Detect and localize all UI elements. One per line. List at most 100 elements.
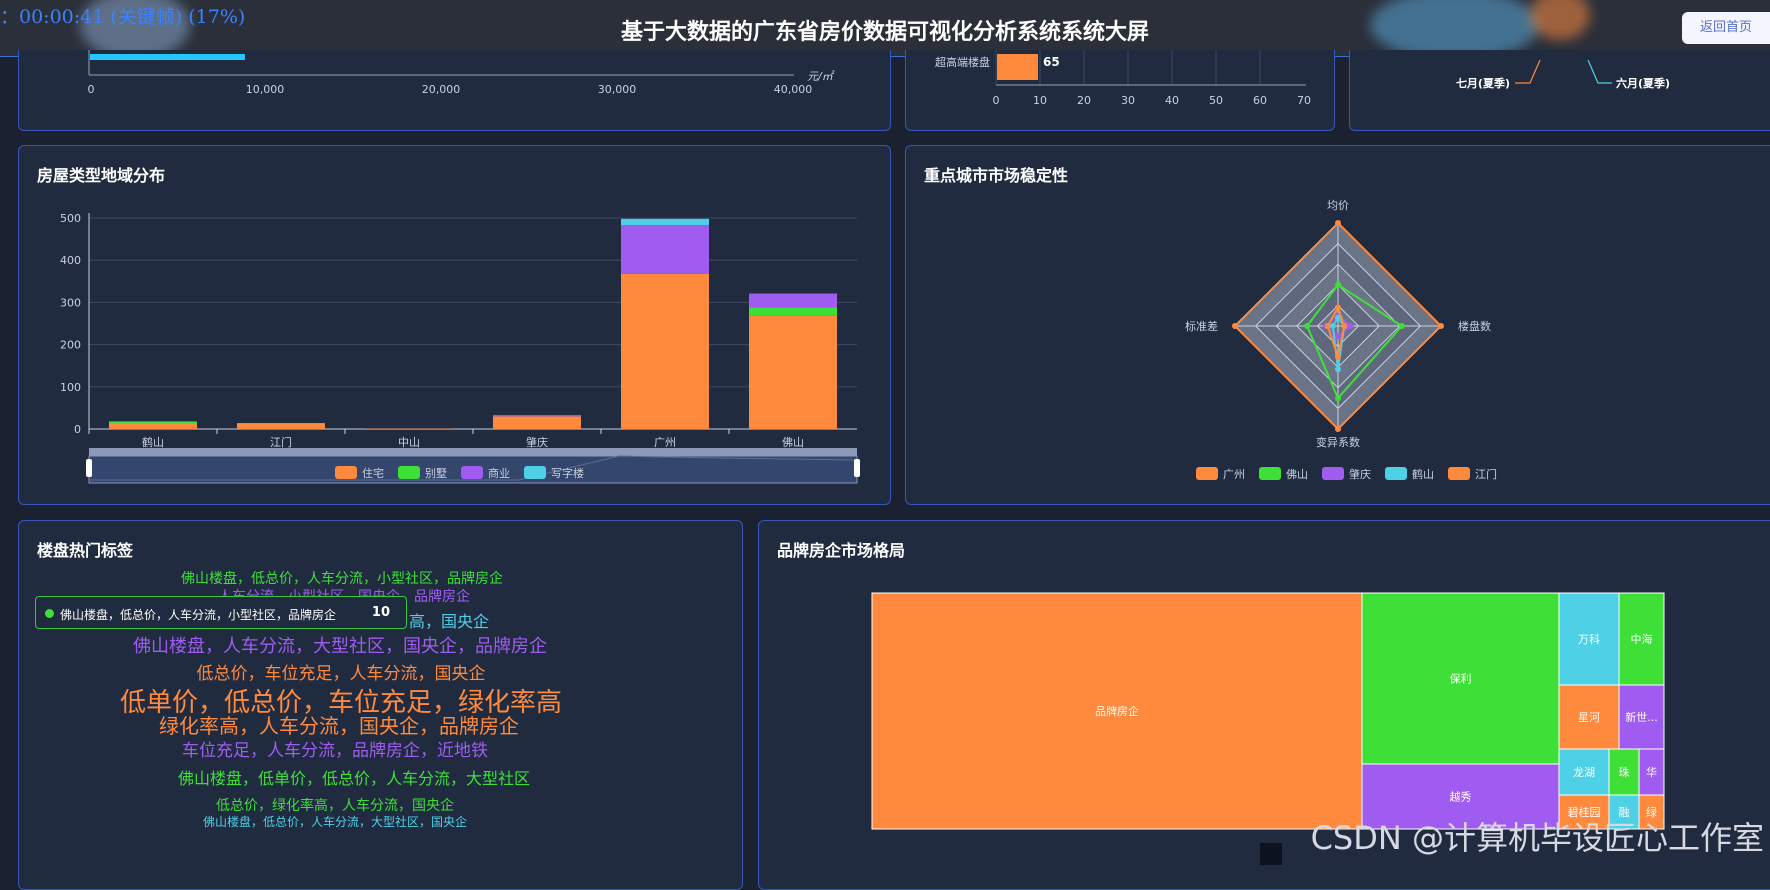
y-tick-label: 500 — [60, 212, 81, 225]
radar-indicator-label: 标准差 — [1185, 319, 1218, 333]
y-tick-label: 300 — [60, 296, 81, 309]
treemap-label: 中海 — [1631, 632, 1653, 646]
radar-point[interactable] — [1304, 323, 1310, 329]
legend-label[interactable]: 写字楼 — [551, 466, 584, 480]
legend-swatch[interactable] — [398, 466, 420, 479]
treemap-label: 珠 — [1619, 765, 1630, 779]
bar-segment[interactable] — [109, 424, 197, 429]
x-tick-label: 中山 — [398, 436, 420, 449]
bar-segment[interactable] — [749, 316, 837, 429]
bar-segment[interactable] — [109, 421, 197, 423]
legend-label[interactable]: 广州 — [1223, 468, 1245, 481]
radar-point[interactable] — [1335, 366, 1341, 372]
legend-label[interactable]: 佛山 — [1286, 468, 1308, 481]
decor-square — [1260, 843, 1282, 865]
tick: 10 — [1033, 94, 1047, 107]
legend-label[interactable]: 别墅 — [425, 467, 447, 480]
market-level-chart: 超高端楼盘 65 0 10 20 30 40 50 60 70 — [906, 50, 1336, 131]
x-tick-label: 肇庆 — [526, 435, 548, 449]
treemap-label: 华 — [1646, 765, 1657, 779]
price-panel: 0 10,000 20,000 30,000 40,000 元/㎡ — [18, 50, 891, 131]
house-type-bar-chart: 0100200300400500鹤山江门中山肇庆广州佛山住宅别墅商业写字楼 — [19, 146, 892, 506]
y-tick-label: 200 — [60, 339, 81, 352]
legend-swatch[interactable] — [524, 466, 546, 479]
bar-segment[interactable] — [621, 219, 709, 225]
radar-point[interactable] — [1335, 395, 1341, 401]
series-dot-icon — [45, 609, 54, 618]
radar-point[interactable] — [1347, 323, 1353, 329]
bar-segment[interactable] — [493, 415, 581, 416]
tag-line[interactable]: 佛山楼盘，低总价，人车分流，大型社区，国央企 — [35, 813, 635, 830]
tag-line[interactable]: 佛山楼盘，低总价，人车分流，小型社区，品牌房企 — [42, 568, 642, 588]
radar-point[interactable] — [1330, 323, 1336, 329]
price-axis-chart: 0 10,000 20,000 30,000 40,000 元/㎡ — [19, 50, 892, 131]
x-tick-label: 江门 — [270, 435, 292, 449]
y-tick-label: 0 — [74, 423, 81, 436]
back-home-button[interactable]: 返回首页 — [1682, 12, 1770, 44]
house-type-panel: 房屋类型地域分布 0100200300400500鹤山江门中山肇庆广州佛山住宅别… — [18, 145, 891, 505]
radar-indicator-label: 楼盘数 — [1458, 319, 1491, 333]
zoom-handle-right[interactable] — [854, 459, 860, 477]
radar-point[interactable] — [1335, 333, 1341, 339]
season-label: 七月(夏季) — [1456, 76, 1510, 90]
radar-point[interactable] — [1325, 323, 1331, 329]
tick: 30 — [1121, 94, 1135, 107]
bar-segment[interactable] — [621, 225, 709, 274]
x-tick-label: 鹤山 — [142, 435, 164, 449]
legend-swatch[interactable] — [1196, 467, 1218, 480]
bar-segment[interactable] — [621, 274, 709, 429]
price-tick: 40,000 — [774, 83, 813, 96]
zoom-handle-left[interactable] — [86, 459, 92, 477]
tag-line[interactable]: 绿化率高，人车分流，国央企，品牌房企 — [39, 710, 639, 739]
legend-swatch[interactable] — [335, 466, 357, 479]
treemap-label: 龙湖 — [1573, 766, 1595, 779]
zoom-slider-track[interactable] — [89, 448, 857, 456]
radar-point[interactable] — [1399, 323, 1405, 329]
radar-point[interactable] — [1335, 220, 1341, 226]
page-title: 基于大数据的广东省房价数据可视化分析系统系统大屏 — [0, 14, 1770, 46]
radar-point[interactable] — [1438, 323, 1444, 329]
legend-swatch[interactable] — [1448, 467, 1470, 480]
price-unit: 元/㎡ — [807, 70, 835, 83]
radar-point[interactable] — [1335, 282, 1341, 288]
category-bar — [997, 54, 1038, 80]
radar-indicator-label: 均价 — [1327, 199, 1349, 212]
bar-segment[interactable] — [237, 423, 325, 429]
legend-label[interactable]: 江门 — [1475, 467, 1497, 481]
legend-label[interactable]: 肇庆 — [1349, 467, 1371, 481]
legend-swatch[interactable] — [461, 466, 483, 479]
legend-swatch[interactable] — [1259, 467, 1281, 480]
radar-indicator-label: 变异系数 — [1316, 435, 1360, 449]
radar-point[interactable] — [1232, 323, 1238, 329]
treemap-label: 万科 — [1578, 632, 1600, 646]
tag-line[interactable]: 低总价，绿化率高，人车分流，国央企 — [35, 795, 635, 815]
radar-point[interactable] — [1341, 323, 1347, 329]
radar-point[interactable] — [1335, 304, 1341, 310]
tag-line[interactable]: 佛山楼盘，人车分流，大型社区，国央企，品牌房企 — [40, 632, 640, 658]
tick: 40 — [1165, 94, 1179, 107]
category-label: 超高端楼盘 — [935, 55, 990, 69]
bar-segment[interactable] — [749, 307, 837, 315]
price-tick: 30,000 — [598, 83, 637, 96]
tag-line[interactable]: 佛山楼盘，低单价，低总价，人车分流，大型社区 — [54, 765, 654, 789]
x-tick-label: 佛山 — [782, 436, 804, 449]
radar-point[interactable] — [1335, 354, 1341, 360]
bar-segment[interactable] — [493, 416, 581, 429]
market-level-panel: 超高端楼盘 65 0 10 20 30 40 50 60 70 — [905, 50, 1335, 131]
stability-panel: 重点城市市场稳定性 均价楼盘数变异系数标准差广州佛山肇庆鹤山江门 — [905, 145, 1770, 505]
price-tick: 0 — [88, 83, 95, 96]
legend-swatch[interactable] — [1385, 467, 1407, 480]
category-value: 65 — [1043, 55, 1060, 69]
tag-line[interactable]: 车位充足，人车分流，品牌房企，近地铁 — [35, 736, 635, 761]
treemap-label: 星河 — [1578, 711, 1600, 724]
legend-label[interactable]: 商业 — [488, 466, 510, 480]
radar-point[interactable] — [1335, 426, 1341, 432]
tag-tooltip: 佛山楼盘，低总价，人车分流，小型社区，品牌房企 10 — [35, 596, 407, 629]
tick: 50 — [1209, 94, 1223, 107]
bar-segment[interactable] — [749, 294, 837, 308]
legend-label[interactable]: 鹤山 — [1412, 467, 1434, 481]
tag-line[interactable]: 低总价，车位充足，人车分流，国央企 — [41, 659, 641, 684]
treemap-label: 保利 — [1450, 672, 1472, 686]
legend-swatch[interactable] — [1322, 467, 1344, 480]
legend-label[interactable]: 住宅 — [362, 466, 384, 480]
